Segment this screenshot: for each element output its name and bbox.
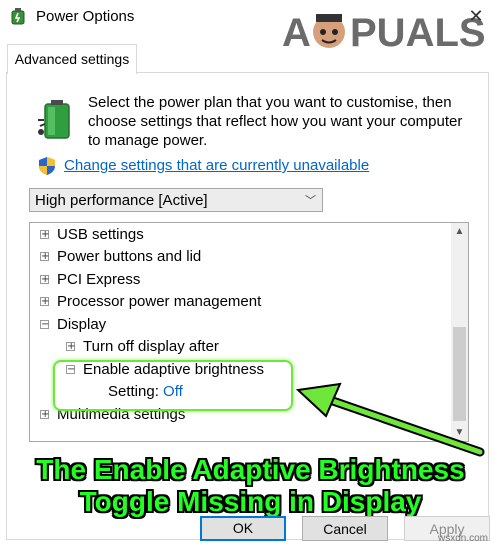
expand-icon[interactable]: +: [40, 296, 49, 306]
source-watermark: wsxdn.com: [438, 533, 489, 544]
tree-item-label: PCI Express: [57, 271, 141, 288]
expand-icon[interactable]: +: [66, 341, 75, 351]
collapse-icon[interactable]: −: [40, 319, 49, 329]
power-plan-description: Select the power plan that you want to c…: [88, 94, 463, 149]
tree-item-display[interactable]: − Display: [40, 315, 106, 335]
power-plan-selected-value: High performance [Active]: [35, 192, 208, 209]
tree-item-label: USB settings: [57, 226, 144, 243]
power-options-icon: [11, 8, 25, 25]
title-bar: Power Options A PUALS ✕: [0, 0, 501, 55]
window-title: Power Options: [36, 8, 135, 25]
expand-icon[interactable]: +: [40, 229, 49, 239]
tree-item-usb-settings[interactable]: + USB settings: [40, 225, 144, 245]
expand-icon[interactable]: +: [40, 274, 49, 284]
scroll-up-icon[interactable]: ▲: [451, 223, 468, 240]
tree-item-power-buttons[interactable]: + Power buttons and lid: [40, 247, 201, 267]
power-options-window: Power Options A PUALS ✕ Advanced setting…: [0, 0, 501, 550]
power-plan-dropdown[interactable]: High performance [Active] ﹀: [29, 188, 323, 212]
tree-item-pci-express[interactable]: + PCI Express: [40, 270, 140, 290]
tree-item-label: Turn off display after: [83, 338, 219, 355]
chevron-down-icon: ﹀: [305, 195, 316, 207]
ok-button[interactable]: OK: [200, 516, 286, 541]
close-button[interactable]: ✕: [462, 4, 490, 28]
caption-line-1: The Enable Adaptive Brightness: [36, 454, 465, 485]
annotation-caption: The Enable Adaptive Brightness Toggle Mi…: [0, 454, 501, 518]
tree-item-label: Display: [57, 316, 107, 333]
cancel-button[interactable]: Cancel: [302, 516, 388, 541]
svg-text:A: A: [282, 11, 311, 55]
tree-item-label: Power buttons and lid: [57, 248, 202, 265]
uac-shield-icon: [39, 157, 55, 175]
tab-advanced-settings[interactable]: Advanced settings: [7, 44, 137, 74]
tree-item-label: Processor power management: [57, 293, 262, 310]
battery-power-icon: [38, 100, 70, 139]
highlight-box: [53, 360, 293, 411]
pointer-arrow-icon: [295, 382, 485, 457]
expand-icon[interactable]: +: [40, 409, 49, 419]
tree-item-turn-off-display[interactable]: + Turn off display after: [66, 337, 219, 357]
change-settings-link[interactable]: Change settings that are currently unava…: [64, 157, 369, 174]
expand-icon[interactable]: +: [40, 251, 49, 261]
tree-item-processor-power[interactable]: + Processor power management: [40, 292, 261, 312]
caption-line-2: Toggle Missing in Display: [79, 486, 422, 517]
